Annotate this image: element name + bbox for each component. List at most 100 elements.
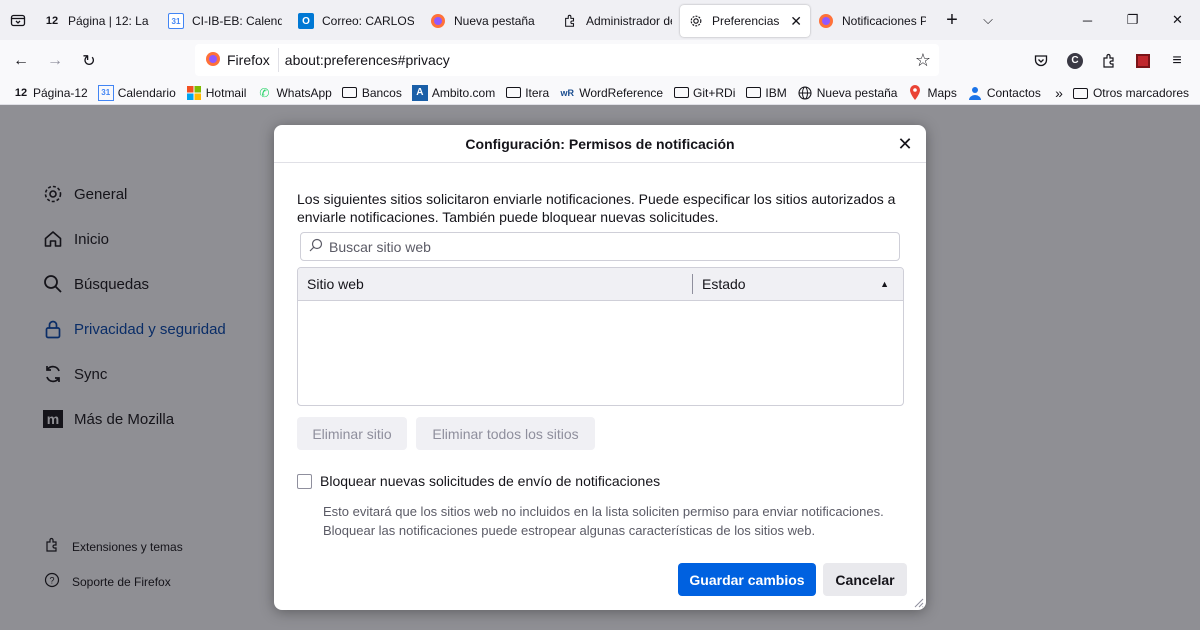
remove-site-button[interactable]: Eliminar sitio [297, 417, 407, 450]
tab-label: Notificaciones Pu [842, 14, 926, 28]
list-all-tabs-button[interactable] [0, 0, 36, 40]
tab-label: Página | 12: La otra [68, 14, 152, 28]
reload-button[interactable]: ↻ [72, 45, 106, 77]
sidebar-item-support[interactable]: ? Soporte de Firefox [44, 572, 171, 591]
bookmark-folder-ibm[interactable]: IBM [740, 82, 791, 104]
button-label: Cancelar [835, 571, 895, 588]
bookmark-folder-git-rdi[interactable]: Git+RDi [668, 82, 740, 104]
tab-outlook[interactable]: O Correo: CARLOS H [290, 5, 422, 37]
bookmark-calendario[interactable]: 31 Calendario [93, 82, 181, 104]
tab-list-icon [10, 14, 26, 27]
sidebar-item-busquedas[interactable]: Búsquedas [42, 273, 149, 295]
sidebar-item-mozilla[interactable]: m Más de Mozilla [42, 408, 174, 430]
forward-button[interactable]: → [38, 45, 72, 77]
tab-notifications[interactable]: Notificaciones Pu [810, 5, 934, 37]
new-tab-button[interactable]: + [934, 4, 970, 36]
bookmark-pagina12[interactable]: 12 Página-12 [8, 82, 93, 104]
restore-button[interactable]: ❐ [1110, 0, 1155, 40]
search-input[interactable] [329, 238, 889, 255]
folder-icon [505, 85, 521, 101]
pagina12-icon: 12 [14, 86, 28, 99]
folder-icon [673, 85, 689, 101]
tab-calendar[interactable]: 31 CI-IB-EB: Calendar [160, 5, 290, 37]
sidebar-item-label: Inicio [74, 230, 110, 248]
tab-label: Preferencias [712, 14, 780, 28]
wordreference-icon: wR [560, 87, 574, 98]
tab-pagina12[interactable]: 12 Página | 12: La otra [36, 5, 160, 37]
bookmark-new-tab[interactable]: Nueva pestaña [792, 82, 903, 104]
bookmark-other-folder[interactable]: Otros marcadores [1068, 82, 1194, 104]
sort-ascending-icon: ▲ [880, 279, 889, 289]
tab-overflow-button[interactable]: ⌵ [970, 4, 1006, 36]
bookmark-label: Bancos [361, 85, 402, 100]
block-requests-label[interactable]: Bloquear nuevas solicitudes de envío de … [320, 473, 660, 489]
maps-icon [907, 85, 923, 101]
resize-grip-icon[interactable] [912, 596, 924, 608]
bookmark-wordreference[interactable]: wR WordReference [554, 82, 668, 104]
tab-label: Administrador de [586, 14, 672, 28]
close-icon[interactable]: ✕ [894, 133, 916, 155]
bookmark-label: Contactos [986, 85, 1041, 100]
calendar-icon: 31 [97, 84, 114, 101]
sidebar-item-inicio[interactable]: Inicio [42, 228, 109, 250]
bookmark-maps[interactable]: Maps [902, 82, 961, 104]
minimize-icon: ─ [1082, 12, 1093, 28]
block-requests-checkbox[interactable] [297, 473, 312, 489]
identity-box[interactable]: Firefox [195, 48, 279, 72]
dialog-header: Configuración: Permisos de notificación … [274, 125, 926, 163]
extension-button[interactable] [1126, 45, 1160, 77]
bookmark-folder-bancos[interactable]: Bancos [337, 82, 407, 104]
folder-icon [1073, 85, 1089, 101]
bookmark-label: Ambito.com [431, 85, 496, 100]
sidebar-item-label: Soporte de Firefox [72, 574, 171, 589]
contacts-icon [967, 85, 983, 101]
extensions-button[interactable] [1092, 45, 1126, 77]
sidebar-item-general[interactable]: General [42, 183, 127, 205]
sidebar-item-extensions[interactable]: Extensiones y temas [44, 537, 183, 556]
bookmark-folder-itera[interactable]: Itera [500, 82, 554, 104]
save-changes-button[interactable]: Guardar cambios [678, 563, 816, 596]
dialog-description: Los siguientes sitios solicitaron enviar… [297, 191, 896, 225]
dialog-title: Configuración: Permisos de notificación [465, 135, 735, 152]
button-label: Eliminar todos los sitios [432, 425, 579, 442]
tab-label: CI-IB-EB: Calendar [192, 14, 282, 28]
app-menu-button[interactable]: ≡ [1160, 45, 1194, 77]
button-label: Guardar cambios [689, 571, 805, 588]
close-tab-icon[interactable]: ✕ [790, 13, 802, 30]
sidebar-item-sync[interactable]: Sync [42, 363, 107, 385]
forward-arrow-icon: → [47, 51, 63, 69]
svg-text:?: ? [49, 576, 54, 586]
back-button[interactable]: ← [4, 45, 38, 77]
bookmarks-overflow-button[interactable]: » [1050, 82, 1068, 104]
url-text[interactable]: about:preferences#privacy [285, 52, 450, 68]
remove-all-sites-button[interactable]: Eliminar todos los sitios [416, 417, 595, 450]
back-arrow-icon: ← [13, 51, 29, 69]
account-button[interactable]: C [1058, 45, 1092, 77]
bookmark-label: WhatsApp [276, 85, 332, 100]
puzzle-icon [562, 13, 578, 29]
bookmark-contactos[interactable]: Contactos [962, 82, 1046, 104]
calendar-icon: 31 [168, 13, 184, 29]
cancel-button[interactable]: Cancelar [823, 563, 907, 596]
bookmark-whatsapp[interactable]: ✆ WhatsApp [251, 82, 336, 104]
help-icon: ? [44, 572, 60, 591]
restore-icon: ❐ [1126, 12, 1139, 27]
tab-new-tab[interactable]: Nueva pestaña [422, 5, 554, 37]
sidebar-item-label: Más de Mozilla [74, 410, 175, 428]
column-header-status[interactable]: Estado ▲ [693, 274, 903, 294]
pocket-button[interactable] [1024, 45, 1058, 77]
tab-preferences[interactable]: Preferencias ✕ [680, 5, 810, 37]
sidebar-item-label: Sync [74, 365, 108, 383]
sidebar-item-privacidad[interactable]: Privacidad y seguridad [42, 318, 226, 340]
bookmark-hotmail[interactable]: Hotmail [181, 82, 252, 104]
site-search-box[interactable] [300, 232, 900, 261]
column-header-site[interactable]: Sitio web [298, 274, 693, 294]
bookmark-star-icon[interactable]: ☆ [915, 50, 931, 71]
pagina12-icon: 12 [45, 15, 59, 27]
minimize-button[interactable]: ─ [1065, 0, 1110, 40]
close-window-button[interactable]: ✕ [1155, 0, 1200, 40]
url-bar[interactable]: Firefox about:preferences#privacy ☆ [195, 44, 939, 76]
tab-addons-manager[interactable]: Administrador de [554, 5, 680, 37]
bookmark-ambito[interactable]: A Ambito.com [407, 82, 500, 104]
account-avatar-icon: C [1067, 52, 1083, 69]
